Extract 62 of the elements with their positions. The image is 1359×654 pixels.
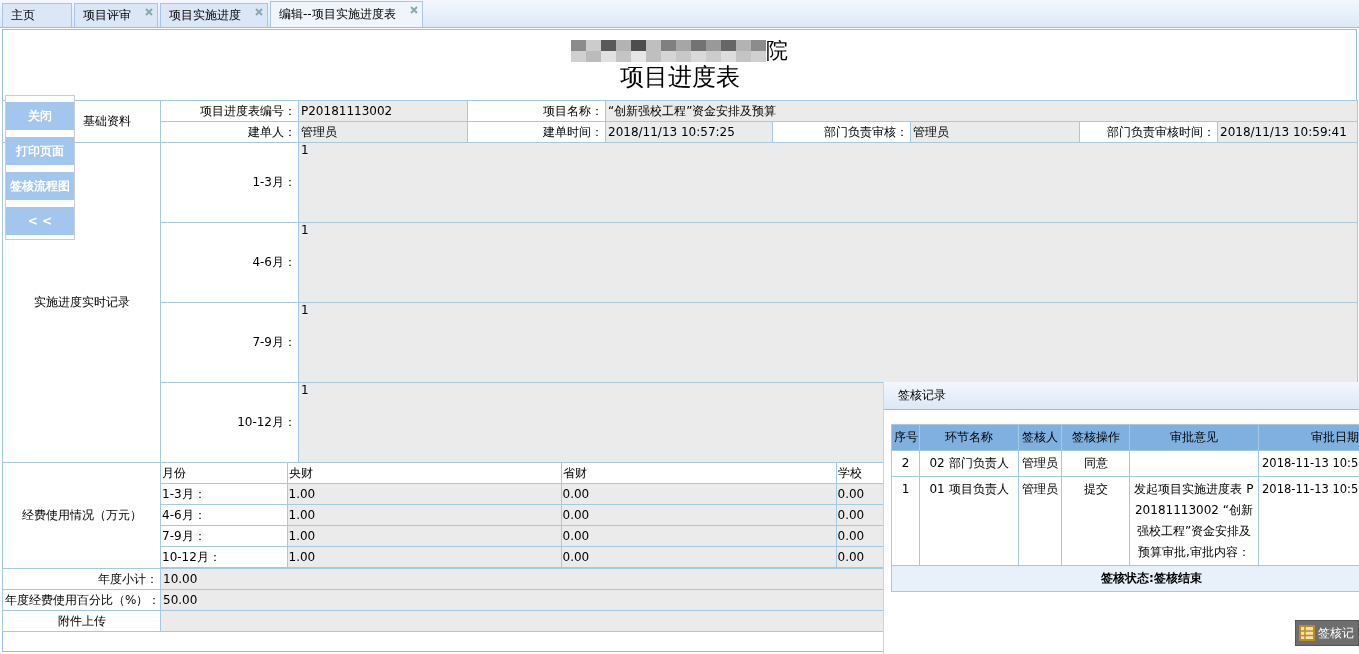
table-cell: 1.00 <box>287 504 561 526</box>
column-header: 序号 <box>891 424 920 451</box>
column-header: 央财 <box>287 463 561 484</box>
table-cell: 0.00 <box>561 525 836 547</box>
progress-text: 1 <box>298 302 1358 383</box>
table-cell: 2 <box>891 450 920 477</box>
column-header: 签核人 <box>1018 424 1062 451</box>
field-label: 建单时间： <box>467 121 606 143</box>
field-label: 部门负责审核时间： <box>1079 121 1218 143</box>
field-label: 部门负责审核： <box>772 121 911 143</box>
sign-record-button[interactable]: 签核记 <box>1295 620 1359 646</box>
column-header: 月份 <box>161 463 287 484</box>
close-icon[interactable] <box>145 8 153 16</box>
column-header: 审批意见 <box>1129 424 1259 451</box>
table-cell: 1.00 <box>287 546 561 568</box>
period-label: 7-9月： <box>160 302 299 383</box>
page-title: 项目进度表 <box>619 63 740 91</box>
table-cell: 7-9月： <box>161 525 287 547</box>
field-label: 年度小计： <box>2 568 161 590</box>
column-header: 环节名称 <box>919 424 1019 451</box>
progress-text: 1 <box>298 222 1358 303</box>
header-org: 院 <box>766 39 788 63</box>
table-cell: 1.00 <box>287 525 561 547</box>
column-header: 审批日期 <box>1258 424 1359 451</box>
tab[interactable]: 编辑--项目实施进度表 <box>270 1 423 27</box>
table-cell: 1.00 <box>287 483 561 505</box>
table-cell: 发起项目实施进度表 P20181113002 “创新强校工程”资金安排及预算审批,审批内容： <box>1129 476 1259 566</box>
field-label: 建单人： <box>160 121 299 143</box>
field-value: P20181113002 <box>298 100 468 122</box>
table-icon <box>1299 625 1315 641</box>
tab[interactable]: 项目评审 <box>74 3 158 27</box>
table-cell: 0.00 <box>561 546 836 568</box>
table-cell: 01 项目负责人 <box>919 476 1019 566</box>
table-cell: 提交 <box>1061 476 1130 566</box>
table-cell: 1 <box>891 476 920 566</box>
table-cell: 10-12月： <box>161 546 287 568</box>
period-label: 4-6月： <box>160 222 299 303</box>
column-header: 签核操作 <box>1061 424 1130 451</box>
table-cell: 0.00 <box>561 504 836 526</box>
column-header: 省财 <box>561 463 836 484</box>
table-cell: 同意 <box>1061 450 1130 477</box>
close-icon[interactable] <box>255 8 263 16</box>
table-cell: 管理员 <box>1018 476 1062 566</box>
table-cell: 4-6月： <box>161 504 287 526</box>
tab[interactable]: 项目实施进度 <box>160 3 268 27</box>
close-icon[interactable] <box>409 6 418 14</box>
table-cell: 1-3月： <box>161 483 287 505</box>
sign-status: 签核状态:签核结束 <box>891 565 1359 592</box>
table-cell: 0.00 <box>561 483 836 505</box>
panel-title: 签核记录 <box>884 382 1359 410</box>
progress-text: 1 <box>298 142 1358 223</box>
table-cell: 02 部门负责人 <box>919 450 1019 477</box>
period-label: 10-12月： <box>160 382 299 463</box>
section-label: 经费使用情况（万元） <box>2 462 161 569</box>
period-label: 1-3月： <box>160 142 299 223</box>
field-label: 附件上传 <box>2 610 161 632</box>
field-value: “创新强校工程”资金安排及预算 <box>605 100 1358 122</box>
table-cell: 管理员 <box>1018 450 1062 477</box>
field-label: 项目名称： <box>467 100 606 122</box>
tab[interactable]: 主页 <box>2 3 72 27</box>
field-label: 项目进度表编号： <box>160 100 299 122</box>
field-label: 年度经费使用百分比（%）： <box>2 589 161 611</box>
